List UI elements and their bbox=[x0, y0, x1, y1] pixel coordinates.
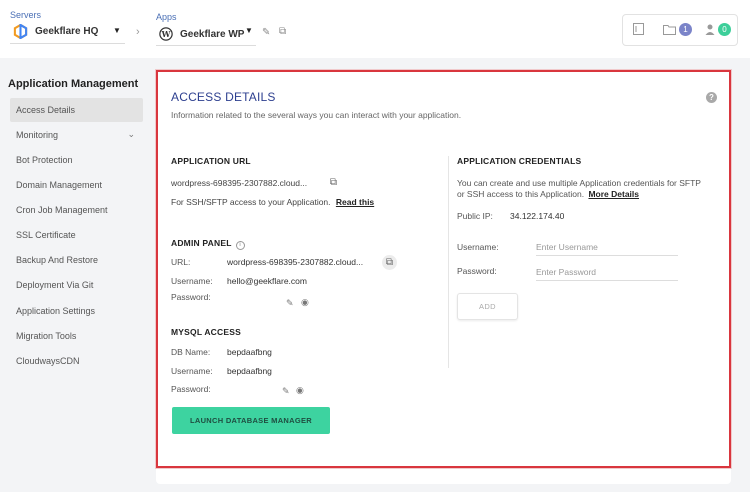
wordpress-icon: W bbox=[159, 27, 173, 41]
users-button[interactable]: 0 bbox=[705, 23, 731, 36]
ssh-note-text: For SSH/SFTP access to your Application. bbox=[171, 197, 331, 207]
panel-footer-shadow bbox=[156, 468, 731, 484]
external-link-icon[interactable]: ⧉ bbox=[382, 255, 397, 270]
eye-icon[interactable]: ◉ bbox=[296, 385, 304, 396]
list-icon[interactable] bbox=[633, 23, 644, 35]
help-icon[interactable]: ? bbox=[706, 92, 717, 103]
sidebar-item-monitoring[interactable]: Monitoring ⌄ bbox=[10, 123, 143, 147]
sidebar-item-application-settings[interactable]: Application Settings bbox=[10, 299, 143, 323]
sidebar-item-label: CloudwaysCDN bbox=[16, 356, 80, 366]
page-title: ACCESS DETAILS bbox=[171, 90, 276, 104]
sidebar-item-cloudwayscdn[interactable]: CloudwaysCDN bbox=[10, 349, 143, 373]
server-underline bbox=[10, 43, 125, 44]
admin-panel-heading: ADMIN PANEL i bbox=[171, 238, 245, 250]
sidebar: Application Management Access Details Mo… bbox=[0, 58, 150, 492]
sidebar-item-bot-protection[interactable]: Bot Protection bbox=[10, 148, 143, 172]
public-ip-value: 34.122.174.40 bbox=[510, 211, 565, 221]
sidebar-item-label: Backup And Restore bbox=[16, 255, 99, 265]
server-selector[interactable]: Geekflare HQ bbox=[13, 24, 98, 39]
credentials-description-1: You can create and use multiple Applicat… bbox=[457, 178, 701, 188]
sidebar-title: Application Management bbox=[8, 78, 139, 90]
edit-pencil-icon[interactable]: ✎ bbox=[262, 27, 270, 38]
user-icon bbox=[705, 24, 715, 35]
admin-username-label: Username: bbox=[171, 276, 213, 286]
launch-database-manager-button[interactable]: LAUNCH DATABASE MANAGER bbox=[172, 407, 330, 434]
sidebar-item-cron-job-management[interactable]: Cron Job Management bbox=[10, 198, 143, 222]
sidebar-item-label: Access Details bbox=[16, 105, 76, 115]
sidebar-item-label: Bot Protection bbox=[16, 155, 73, 165]
sidebar-item-ssl-certificate[interactable]: SSL Certificate bbox=[10, 223, 143, 247]
sidebar-item-migration-tools[interactable]: Migration Tools bbox=[10, 324, 143, 348]
mysql-access-heading: MYSQL ACCESS bbox=[171, 327, 241, 337]
db-password-label: Password: bbox=[171, 384, 211, 394]
credentials-description-2: or SSH access to this Application. More … bbox=[457, 189, 639, 199]
eye-icon[interactable]: ◉ bbox=[301, 297, 309, 308]
app-caret-icon[interactable]: ▼ bbox=[245, 26, 253, 35]
sidebar-item-access-details[interactable]: Access Details bbox=[10, 98, 143, 122]
admin-panel-heading-text: ADMIN PANEL bbox=[171, 238, 232, 248]
sidebar-item-domain-management[interactable]: Domain Management bbox=[10, 173, 143, 197]
chevron-down-icon: ⌄ bbox=[127, 129, 135, 139]
credentials-username-input[interactable] bbox=[536, 238, 678, 256]
header-actions: 1 0 bbox=[622, 14, 738, 46]
pencil-icon[interactable]: ✎ bbox=[286, 298, 294, 309]
info-icon[interactable]: i bbox=[235, 240, 245, 250]
app-selector[interactable]: W Geekflare WP bbox=[159, 27, 244, 41]
servers-label: Servers bbox=[10, 10, 42, 20]
svg-text:W: W bbox=[161, 30, 171, 39]
app-name: Geekflare WP bbox=[180, 28, 245, 40]
credentials-description-text: or SSH access to this Application. bbox=[457, 189, 585, 199]
sidebar-item-label: Deployment Via Git bbox=[16, 280, 94, 290]
public-ip-label: Public IP: bbox=[457, 211, 493, 221]
pencil-icon[interactable]: ✎ bbox=[282, 386, 290, 397]
page-subtitle: Information related to the several ways … bbox=[171, 110, 462, 120]
sidebar-item-label: Migration Tools bbox=[16, 331, 77, 341]
application-url-heading: APPLICATION URL bbox=[171, 156, 251, 166]
app-underline bbox=[156, 45, 256, 46]
credentials-password-label: Password: bbox=[457, 266, 497, 276]
sidebar-item-label: Monitoring bbox=[16, 130, 59, 140]
db-username-value: bepdaafbng bbox=[227, 366, 272, 376]
apps-label: Apps bbox=[156, 12, 177, 22]
add-credentials-button[interactable]: ADD bbox=[457, 293, 518, 320]
db-name-label: DB Name: bbox=[171, 347, 211, 357]
sidebar-item-label: Application Settings bbox=[16, 306, 96, 316]
admin-password-label: Password: bbox=[171, 292, 211, 302]
server-caret-icon[interactable]: ▼ bbox=[113, 26, 121, 35]
sidebar-item-label: Domain Management bbox=[16, 180, 103, 190]
sidebar-item-deployment-via-git[interactable]: Deployment Via Git bbox=[10, 273, 143, 297]
sidebar-item-backup-and-restore[interactable]: Backup And Restore bbox=[10, 248, 143, 272]
users-count-badge: 0 bbox=[718, 23, 731, 36]
db-name-value: bepdaafbng bbox=[227, 347, 272, 357]
admin-username-value: hello@geekflare.com bbox=[227, 276, 307, 286]
read-this-link[interactable]: Read this bbox=[336, 197, 374, 207]
application-credentials-heading: APPLICATION CREDENTIALS bbox=[457, 156, 582, 166]
column-divider bbox=[448, 156, 449, 368]
external-link-icon[interactable]: ⧉ bbox=[327, 176, 340, 189]
access-details-panel: ACCESS DETAILS Information related to th… bbox=[156, 70, 731, 468]
more-details-link[interactable]: More Details bbox=[588, 189, 639, 199]
credentials-username-label: Username: bbox=[457, 242, 499, 252]
credentials-password-input[interactable] bbox=[536, 263, 678, 281]
db-username-label: Username: bbox=[171, 366, 213, 376]
files-count-badge: 1 bbox=[679, 23, 692, 36]
ssh-note: For SSH/SFTP access to your Application.… bbox=[171, 197, 374, 207]
sidebar-item-label: Cron Job Management bbox=[16, 205, 108, 215]
files-button[interactable]: 1 bbox=[663, 23, 692, 36]
external-link-icon[interactable]: ⧉ bbox=[279, 26, 286, 37]
admin-url-link[interactable]: wordpress-698395-2307882.cloud... bbox=[227, 257, 363, 267]
application-url-link[interactable]: wordpress-698395-2307882.cloud... bbox=[171, 178, 307, 188]
sidebar-item-label: SSL Certificate bbox=[16, 230, 76, 240]
top-bar: Servers Geekflare HQ ▼ › Apps W Geekflar… bbox=[0, 0, 750, 58]
chevron-right-icon: › bbox=[136, 26, 140, 38]
server-name: Geekflare HQ bbox=[35, 26, 99, 37]
admin-url-label: URL: bbox=[171, 257, 191, 267]
server-hexagon-icon bbox=[13, 24, 28, 39]
folder-icon bbox=[663, 25, 676, 35]
